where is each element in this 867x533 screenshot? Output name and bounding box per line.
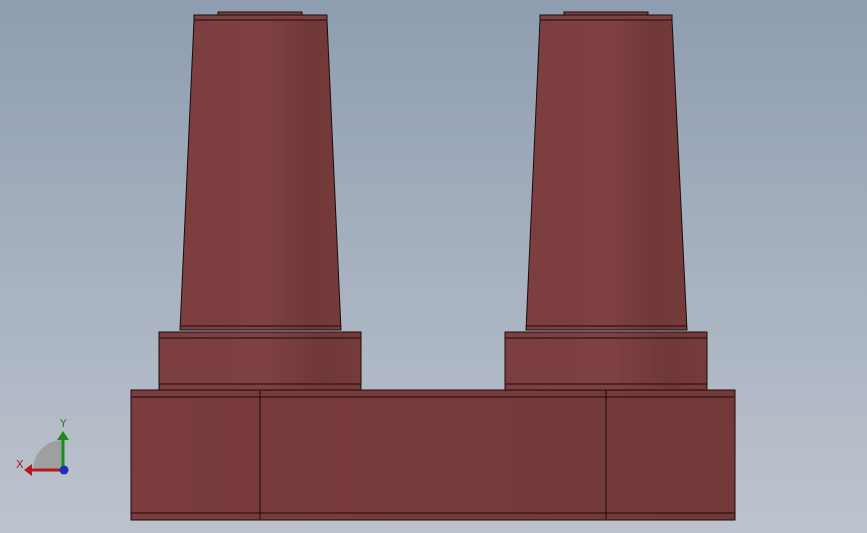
y-arrow-icon [57, 431, 69, 440]
triad-plane-icon [33, 440, 63, 470]
left-pedestal[interactable] [158, 331, 362, 391]
x-label: X [16, 458, 24, 471]
z-axis-icon [59, 465, 69, 475]
left-tower[interactable] [179, 11, 342, 331]
x-arrow-icon [24, 464, 32, 476]
right-tower[interactable] [525, 11, 688, 331]
base-block[interactable] [130, 389, 736, 521]
reference-triad: Y X [16, 417, 69, 476]
y-label: Y [59, 417, 67, 430]
cad-viewport[interactable]: Y X [0, 0, 867, 533]
model-canvas[interactable]: Y X [0, 0, 867, 533]
right-pedestal[interactable] [504, 331, 708, 391]
